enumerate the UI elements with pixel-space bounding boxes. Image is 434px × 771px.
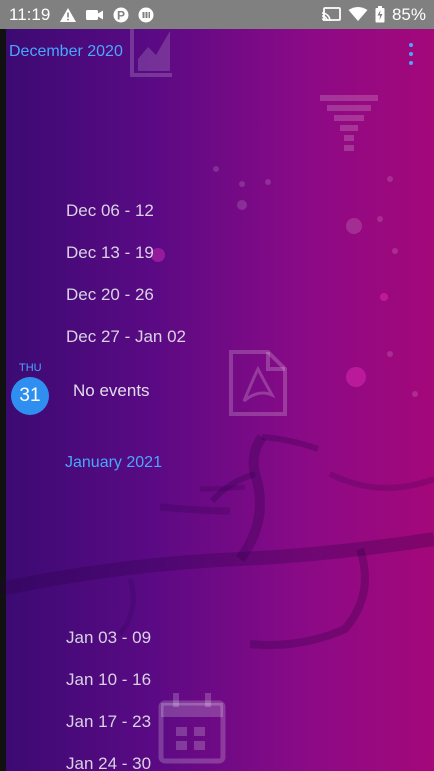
wallpaper-funnel-icon [320,95,378,151]
week-row[interactable]: Dec 27 - Jan 02 [66,327,186,347]
media-icon [138,7,154,23]
dot-icon [409,52,413,56]
status-left: 11:19 P [9,5,154,25]
battery-icon [375,6,385,23]
cast-icon [321,6,341,23]
month-label-january[interactable]: January 2021 [65,454,162,472]
status-time: 11:19 [9,4,51,24]
week-row[interactable]: Jan 03 - 09 [66,628,151,648]
wifi-icon [348,7,368,22]
status-bar: 11:19 P 85% [0,0,434,29]
week-row[interactable]: Dec 13 - 19 [66,243,154,263]
week-row[interactable]: Jan 17 - 23 [66,712,151,732]
wallpaper-calendar-icon [158,693,226,764]
left-edge-bar [0,29,6,771]
camera-icon [86,9,104,21]
wallpaper-pdf-icon [229,350,287,416]
today-weekday: THU [19,362,42,374]
battery-percent: 85% [391,4,426,24]
warning-icon [59,7,77,23]
schedule-view[interactable]: December 2020 Dec 06 - 12 Dec 13 - 19 De… [0,29,434,771]
dot-icon [409,61,413,65]
dot-icon [409,43,413,47]
more-options-button[interactable] [406,43,416,65]
no-events-text[interactable]: No events [73,381,150,401]
week-row[interactable]: Jan 24 - 30 [66,754,151,771]
wallpaper-chart-icon [130,29,172,77]
svg-text:P: P [117,8,125,22]
today-date-badge[interactable]: 31 [11,377,49,415]
week-row[interactable]: Jan 10 - 16 [66,670,151,690]
wallpaper-dots [151,166,418,397]
status-right: 85% [321,5,426,25]
week-row[interactable]: Dec 20 - 26 [66,285,154,305]
parking-icon: P [113,7,129,23]
month-header[interactable]: December 2020 [9,43,123,61]
week-row[interactable]: Dec 06 - 12 [66,201,154,221]
